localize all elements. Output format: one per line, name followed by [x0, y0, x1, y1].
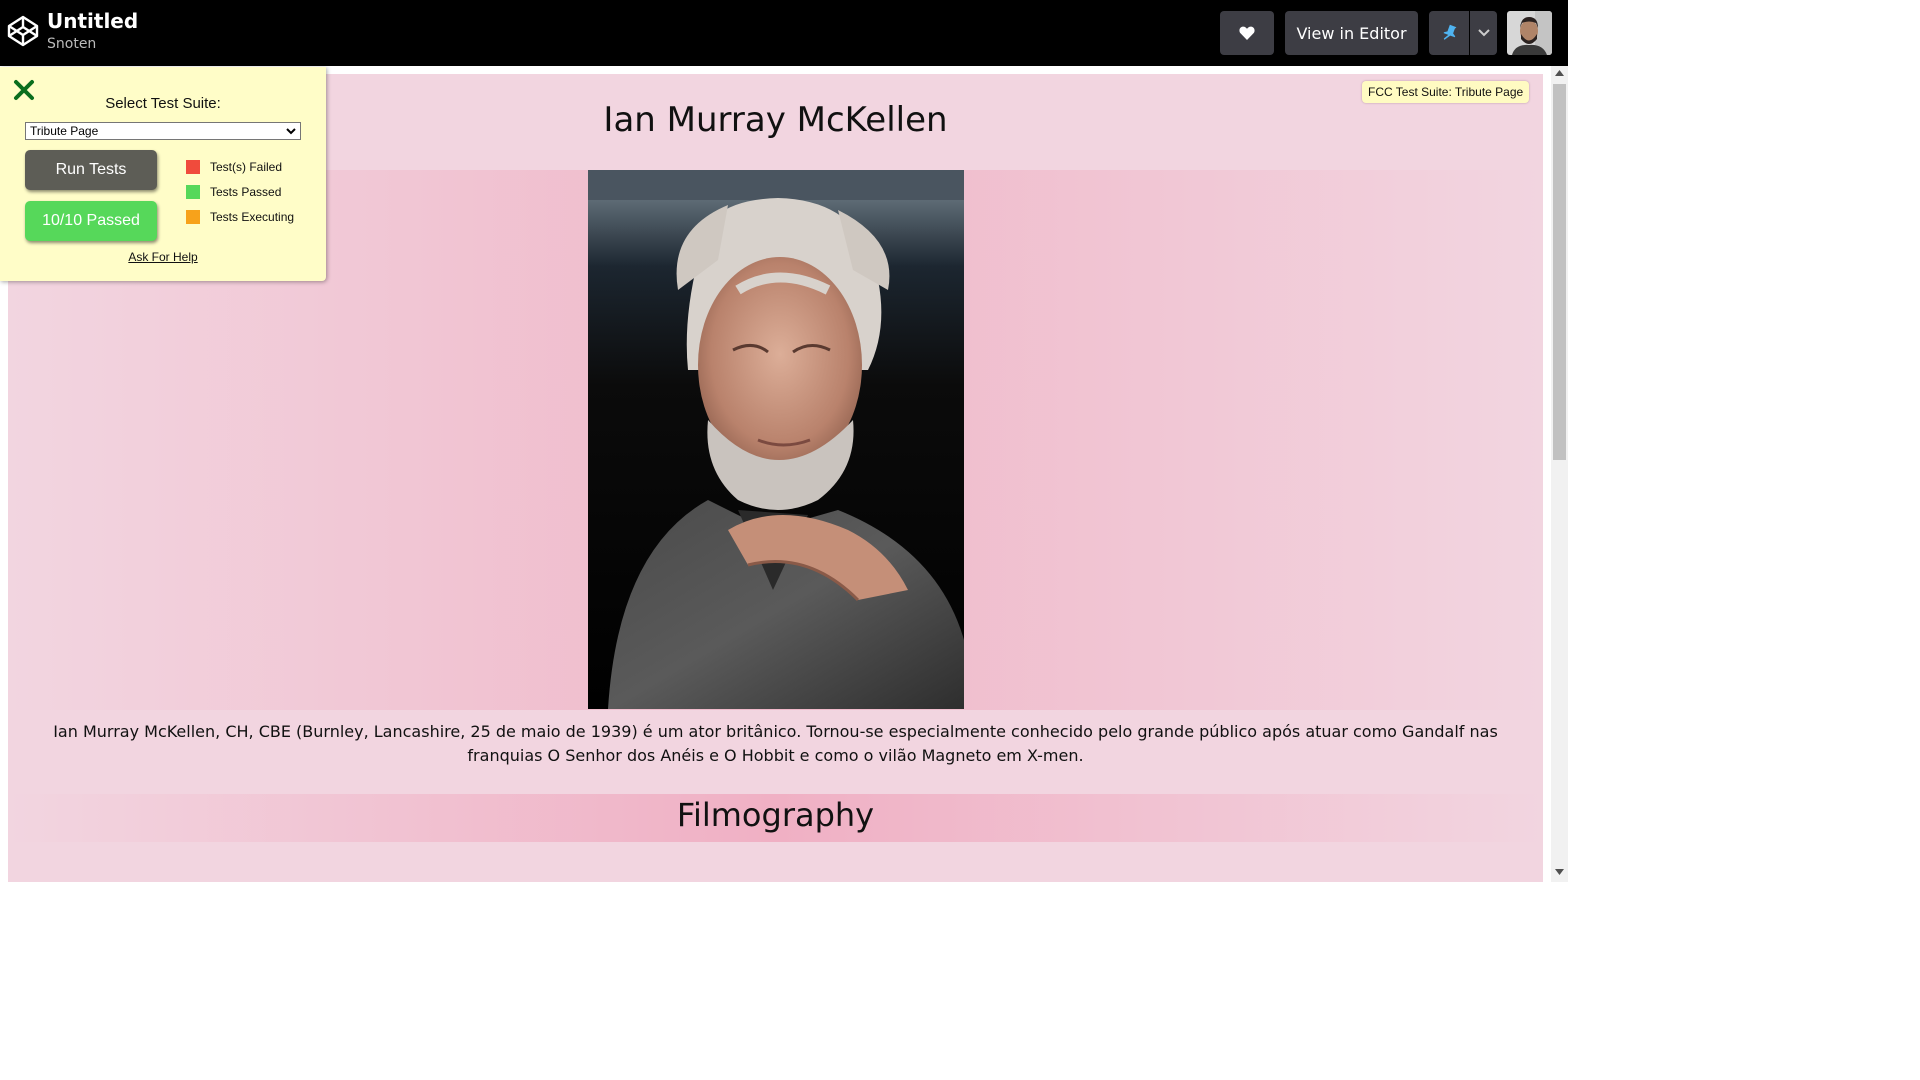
passed-swatch	[186, 185, 200, 199]
pin-icon	[1443, 24, 1457, 40]
failed-swatch	[186, 160, 200, 174]
fcc-test-suite-badge[interactable]: FCC Test Suite: Tribute Page	[1362, 81, 1530, 103]
legend-passed: Tests Passed	[186, 185, 281, 199]
legend-executing: Tests Executing	[186, 210, 294, 224]
selected-suite-value: Tribute Page	[30, 124, 99, 138]
user-avatar[interactable]	[1507, 11, 1552, 55]
codepen-logo-icon[interactable]	[7, 15, 39, 47]
scroll-up-arrow-icon[interactable]	[1555, 70, 1564, 76]
portrait-image	[588, 170, 964, 709]
pin-menu-button[interactable]	[1470, 11, 1497, 55]
filmography-heading: Filmography	[676, 796, 875, 834]
heart-icon	[1239, 26, 1255, 40]
chevron-down-icon	[286, 128, 296, 135]
legend-failed: Test(s) Failed	[186, 160, 282, 174]
top-bar: Untitled Snoten View in Editor	[0, 0, 1568, 66]
vertical-scrollbar[interactable]	[1551, 66, 1568, 882]
scrollbar-thumb[interactable]	[1553, 84, 1566, 460]
test-suite-panel: Select Test Suite: Tribute Page Run Test…	[0, 67, 326, 281]
like-button[interactable]	[1220, 11, 1274, 55]
chevron-down-icon	[1477, 29, 1490, 37]
pen-author[interactable]: Snoten	[47, 36, 96, 52]
executing-swatch	[186, 210, 200, 224]
pin-button[interactable]	[1429, 11, 1469, 55]
avatar-icon	[1507, 11, 1552, 55]
scroll-down-arrow-icon[interactable]	[1555, 869, 1564, 875]
legend-label: Tests Executing	[210, 210, 295, 224]
legend-label: Test(s) Failed	[210, 160, 283, 174]
test-results-button[interactable]: 10/10 Passed	[25, 201, 157, 241]
test-suite-select[interactable]: Tribute Page	[25, 122, 301, 140]
pen-title[interactable]: Untitled	[47, 9, 138, 33]
run-tests-button[interactable]: Run Tests	[25, 150, 157, 190]
bio-text: Ian Murray McKellen, CH, CBE (Burnley, L…	[53, 722, 1498, 765]
legend-label: Tests Passed	[210, 185, 282, 199]
view-in-editor-button[interactable]: View in Editor	[1285, 11, 1418, 55]
select-suite-label: Select Test Suite:	[105, 95, 221, 112]
ask-for-help-link[interactable]: Ask For Help	[0, 250, 326, 264]
